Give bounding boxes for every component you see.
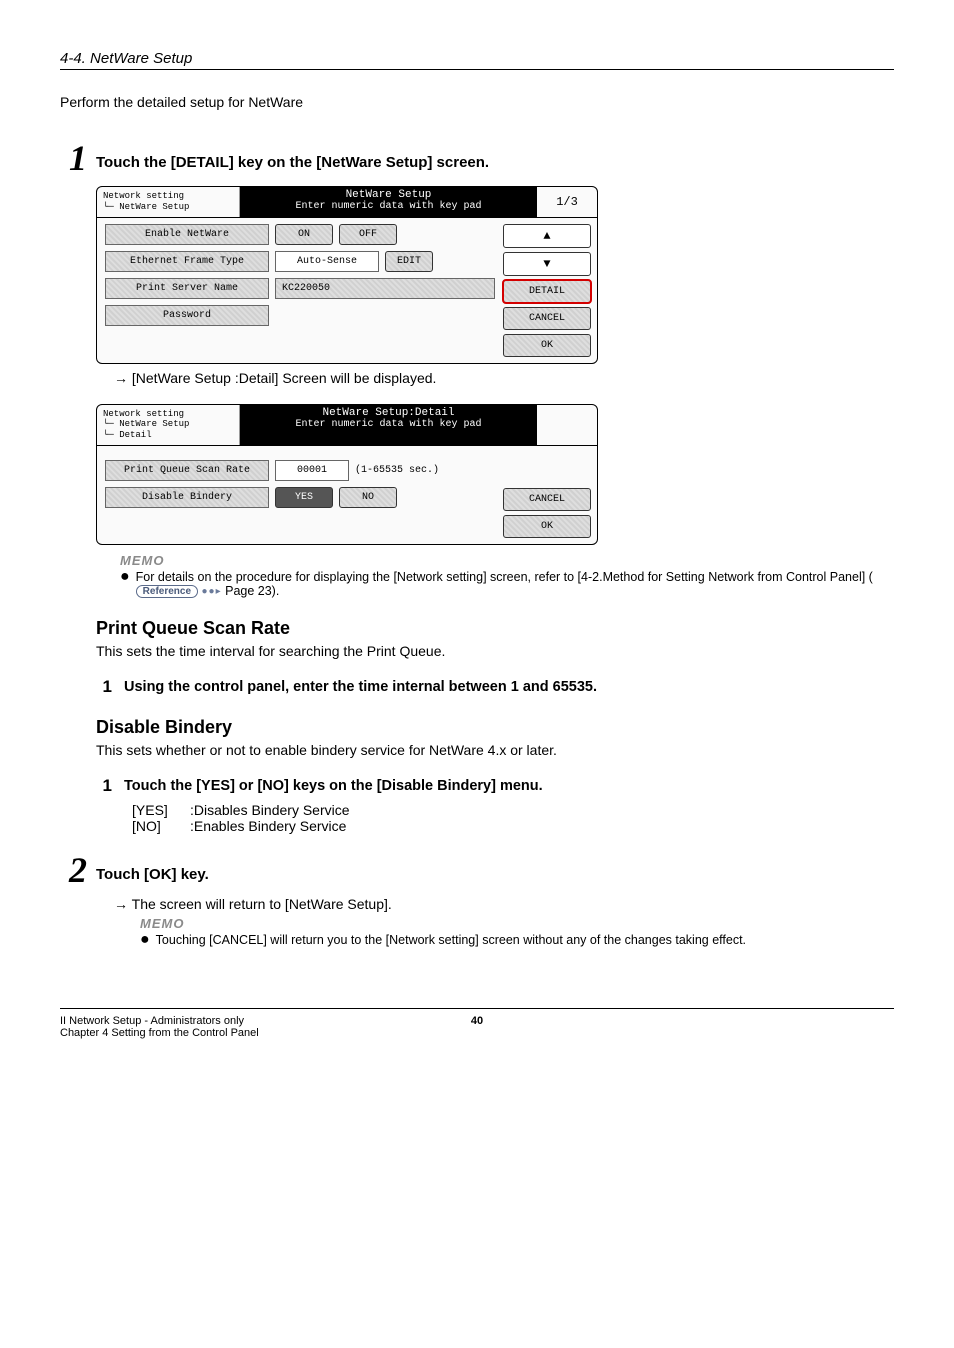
screen-subtitle: Enter numeric data with key pad [244, 419, 533, 430]
enable-off-button[interactable]: OFF [339, 224, 397, 245]
frame-type-label: Ethernet Frame Type [105, 251, 269, 272]
enable-netware-label: Enable NetWare [105, 224, 269, 245]
password-label: Password [105, 305, 269, 326]
screen-title: NetWare Setup:Detail [244, 407, 533, 419]
intro-text: Perform the detailed setup for NetWare [60, 94, 894, 110]
bullet-icon: ● [140, 933, 150, 947]
page-number: 40 [471, 1015, 483, 1027]
memo-text: Touching [CANCEL] will return you to the… [156, 933, 894, 947]
bullet-icon: ● [120, 570, 130, 598]
bindery-yes-button[interactable]: YES [275, 487, 333, 508]
screen-subtitle: Enter numeric data with key pad [244, 201, 533, 212]
breadcrumb: Network setting └─ NetWare Setup └─ Deta… [97, 405, 240, 445]
scan-rate-value[interactable]: 00001 [275, 460, 349, 481]
screen-title: NetWare Setup [244, 189, 533, 201]
disable-bindery-label: Disable Bindery [105, 487, 269, 508]
scan-rate-hint: (1-65535 sec.) [355, 465, 439, 476]
cancel-button[interactable]: CANCEL [503, 307, 591, 330]
frame-type-value: Auto-Sense [275, 251, 379, 272]
enable-on-button[interactable]: ON [275, 224, 333, 245]
print-server-name-value: KC220050 [275, 278, 495, 299]
step-1-number: 1 [60, 140, 96, 176]
step-1-text: Touch the [DETAIL] key on the [NetWare S… [96, 140, 489, 171]
bindery-heading: Disable Bindery [96, 717, 894, 738]
ok-button[interactable]: OK [503, 334, 591, 357]
breadcrumb: Network setting └─ NetWare Setup [97, 187, 240, 217]
bindery-options: [YES] :Disables Bindery Service [NO] :En… [132, 802, 894, 834]
opt-no-desc: :Enables Bindery Service [190, 818, 346, 834]
ok-button[interactable]: OK [503, 515, 591, 538]
memo-title: MEMO [120, 553, 894, 568]
step-number: 1 [96, 677, 112, 697]
opt-no-key: [NO] [132, 818, 180, 834]
step-2-result: The screen will return to [NetWare Setup… [114, 896, 894, 912]
page-indicator: 1/3 [537, 187, 597, 217]
breadcrumb-l2: └─ NetWare Setup [103, 202, 233, 213]
step-2-text: Touch [OK] key. [96, 852, 209, 883]
footer-line-1: II Network Setup - Administrators only [60, 1015, 259, 1027]
scan-rate-desc: This sets the time interval for searchin… [96, 643, 894, 659]
footer-line-2: Chapter 4 Setting from the Control Panel [60, 1027, 259, 1039]
reference-badge: Reference [136, 585, 198, 598]
scan-rate-step-1: 1 Using the control panel, enter the tim… [96, 677, 894, 697]
step-text: Using the control panel, enter the time … [124, 677, 597, 695]
reference-arrow-icon: ●●▸ [202, 586, 222, 597]
frame-edit-button[interactable]: EDIT [385, 251, 433, 272]
bindery-no-button[interactable]: NO [339, 487, 397, 508]
scan-rate-heading: Print Queue Scan Rate [96, 618, 894, 639]
breadcrumb-l1: Network setting [103, 191, 233, 202]
breadcrumb-l3: └─ Detail [103, 430, 233, 441]
page-up-button[interactable]: ▲ [503, 224, 591, 248]
print-server-name-label: Print Server Name [105, 278, 269, 299]
breadcrumb-l2: └─ NetWare Setup [103, 419, 233, 430]
memo-2: MEMO ● Touching [CANCEL] will return you… [140, 916, 894, 947]
bindery-desc: This sets whether or not to enable binde… [96, 742, 894, 758]
step-2-number: 2 [60, 852, 96, 888]
memo-text: For details on the procedure for display… [136, 570, 894, 598]
opt-yes-desc: :Disables Bindery Service [190, 802, 350, 818]
step-number: 1 [96, 776, 112, 796]
memo-1: MEMO ● For details on the procedure for … [120, 553, 894, 598]
breadcrumb-l1: Network setting [103, 409, 233, 420]
memo-title: MEMO [140, 916, 894, 931]
step-text: Touch the [YES] or [NO] keys on the [Dis… [124, 776, 543, 794]
detail-button[interactable]: DETAIL [503, 280, 591, 303]
step-1-result: [NetWare Setup :Detail] Screen will be d… [114, 370, 894, 386]
page-down-button[interactable]: ▼ [503, 252, 591, 276]
scan-rate-label: Print Queue Scan Rate [105, 460, 269, 481]
netware-detail-screen: Network setting └─ NetWare Setup └─ Deta… [96, 404, 894, 545]
netware-setup-screen: Network setting └─ NetWare Setup NetWare… [96, 186, 894, 364]
step-2: 2 Touch [OK] key. [60, 852, 894, 888]
section-header: 4-4. NetWare Setup [60, 50, 894, 70]
bindery-step-1: 1 Touch the [YES] or [NO] keys on the [D… [96, 776, 894, 796]
opt-yes-key: [YES] [132, 802, 180, 818]
cancel-button[interactable]: CANCEL [503, 488, 591, 511]
step-1: 1 Touch the [DETAIL] key on the [NetWare… [60, 140, 894, 176]
page-footer: II Network Setup - Administrators only C… [60, 1008, 894, 1039]
